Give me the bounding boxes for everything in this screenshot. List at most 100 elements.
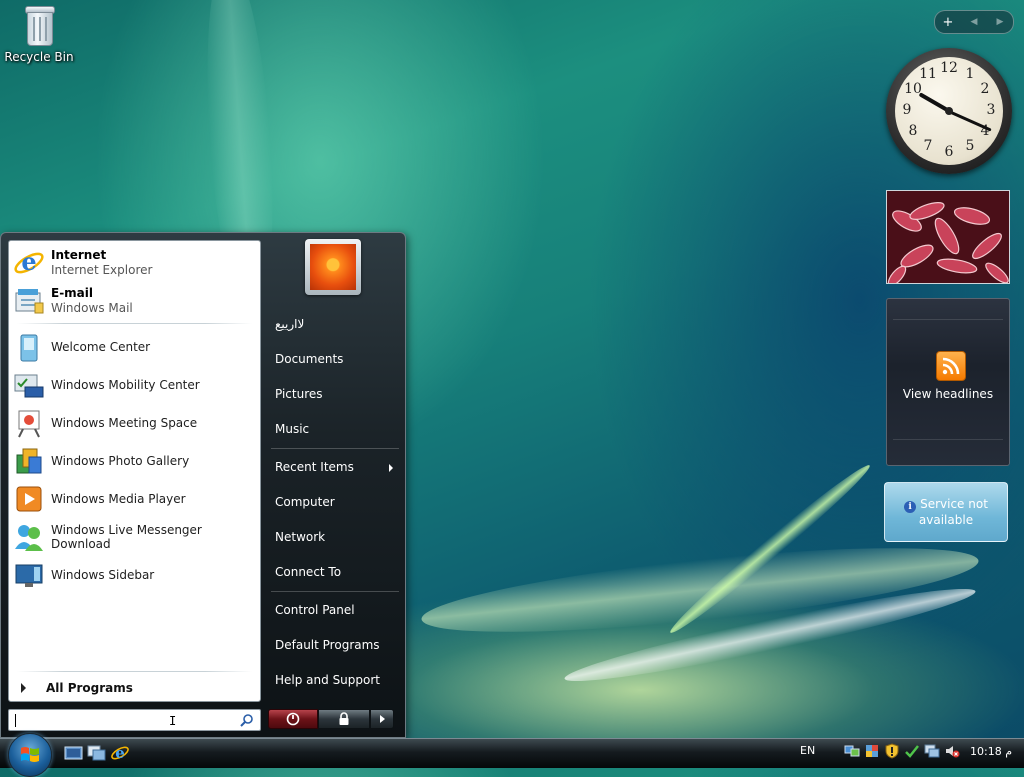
prev-gadget-button[interactable]: ◀ [963, 17, 985, 27]
view-headlines-link[interactable]: View headlines [887, 387, 1009, 401]
program-label: Welcome Center [51, 340, 151, 354]
taskbar-clock[interactable]: 10:18 م [970, 745, 1012, 758]
program-label: Windows Live Messenger Download [51, 523, 202, 551]
clock-numeral: 12 [940, 60, 958, 76]
pinned-item-title: E-mail [51, 286, 94, 300]
all-programs-separator [17, 671, 252, 672]
network-status-icon[interactable] [844, 743, 860, 759]
places-pane: لاارييع Documents Pictures Music Recent … [263, 233, 405, 705]
places-item-user-folder[interactable]: لاارييع [275, 313, 401, 335]
clock-face: 12 1 2 3 4 5 6 7 8 9 10 11 [895, 57, 1003, 165]
program-meeting-space[interactable]: Windows Meeting Space [13, 405, 256, 441]
windows-mail-icon [13, 285, 45, 317]
places-item-default-programs[interactable]: Default Programs [275, 634, 401, 656]
sidebar-icon [13, 559, 45, 591]
submenu-arrow-icon [389, 464, 393, 472]
places-separator [271, 448, 399, 449]
sidebar-controls: + ◀ ▶ [934, 10, 1014, 34]
welcome-center-icon [13, 331, 45, 363]
program-photo-gallery[interactable]: Windows Photo Gallery [13, 443, 256, 479]
pinned-separator [17, 323, 252, 324]
lock-button[interactable] [318, 709, 370, 729]
network-icon[interactable] [924, 743, 940, 759]
wallpaper-streak [561, 576, 979, 694]
notification-area [844, 743, 960, 759]
start-button[interactable] [8, 733, 52, 777]
program-label: Windows Mobility Center [51, 378, 200, 392]
start-search-input[interactable]: I [8, 709, 261, 731]
start-menu: e Internet Internet Explorer E-mail Wind… [0, 232, 406, 738]
places-item-control-panel[interactable]: Control Panel [275, 599, 401, 621]
programs-pane: e Internet Internet Explorer E-mail Wind… [8, 240, 261, 702]
user-avatar[interactable] [305, 239, 361, 295]
wallpaper-streak [664, 458, 876, 640]
windows-logo-icon [21, 747, 39, 762]
internet-explorer-icon[interactable]: e [110, 744, 130, 762]
info-icon: i [904, 501, 917, 513]
pinned-item-subtitle: Windows Mail [51, 301, 133, 315]
desktop-icon-recycle-bin[interactable]: Recycle Bin [4, 2, 74, 64]
places-item-documents[interactable]: Documents [275, 348, 401, 370]
power-button[interactable] [268, 709, 318, 729]
switch-windows-icon[interactable] [87, 744, 107, 762]
volume-muted-icon[interactable] [944, 743, 960, 759]
windows-update-icon[interactable] [904, 743, 920, 759]
pinned-item-subtitle: Internet Explorer [51, 263, 153, 277]
program-welcome-center[interactable]: Welcome Center [13, 329, 256, 365]
clock-numeral: 6 [944, 144, 954, 160]
clock-numeral: 2 [980, 81, 990, 97]
photo-gallery-icon [13, 445, 45, 477]
weather-gadget[interactable]: i Service not available [884, 482, 1008, 542]
program-label: Windows Sidebar [51, 568, 155, 582]
places-item-computer[interactable]: Computer [275, 491, 401, 513]
wallpaper-streak [418, 530, 982, 650]
pinned-item-internet[interactable]: e Internet Internet Explorer [13, 245, 256, 281]
desktop-icon-label: Recycle Bin [4, 50, 74, 64]
shutdown-options-button[interactable] [370, 709, 394, 729]
program-label: Windows Photo Gallery [51, 454, 190, 468]
program-label: Windows Meeting Space [51, 416, 198, 430]
pinned-item-email[interactable]: E-mail Windows Mail [13, 283, 256, 319]
clock-numeral: 7 [923, 138, 933, 154]
ibeam-cursor-icon: I [169, 714, 177, 728]
places-item-label: Recent Items [275, 460, 354, 474]
places-item-music[interactable]: Music [275, 418, 401, 440]
meeting-space-icon [13, 407, 45, 439]
clock-numeral: 8 [908, 123, 918, 139]
places-item-recent-items[interactable]: Recent Items [275, 456, 401, 478]
clock-numeral: 11 [919, 66, 937, 82]
svg-text:e: e [21, 247, 36, 276]
add-gadget-button[interactable]: + [937, 15, 959, 30]
mobility-center-icon [13, 369, 45, 401]
right-arrow-icon [380, 715, 385, 723]
language-indicator[interactable]: EN [800, 744, 815, 757]
feed-headlines-gadget[interactable]: View headlines [886, 298, 1010, 466]
program-label: Windows Media Player [51, 492, 186, 506]
next-gadget-button[interactable]: ▶ [989, 17, 1011, 27]
weather-status-text: Service not available [918, 497, 988, 527]
places-item-network[interactable]: Network [275, 526, 401, 548]
media-player-icon [13, 483, 45, 515]
windows-defender-icon[interactable] [884, 743, 900, 759]
show-desktop-icon[interactable] [64, 744, 84, 762]
places-item-pictures[interactable]: Pictures [275, 383, 401, 405]
security-center-icon[interactable] [864, 743, 880, 759]
search-icon[interactable] [240, 713, 254, 727]
places-item-help-support[interactable]: Help and Support [275, 669, 401, 691]
places-item-connect-to[interactable]: Connect To [275, 561, 401, 583]
clock-numeral: 1 [965, 66, 975, 82]
internet-explorer-icon: e [13, 247, 45, 279]
program-mobility-center[interactable]: Windows Mobility Center [13, 367, 256, 403]
text-caret [15, 714, 16, 727]
clock-numeral: 3 [986, 102, 996, 118]
power-icon [286, 712, 300, 726]
slideshow-gadget[interactable] [886, 190, 1010, 284]
all-programs-button[interactable]: All Programs [17, 679, 256, 697]
program-media-player[interactable]: Windows Media Player [13, 481, 256, 517]
clock-gadget[interactable]: 12 1 2 3 4 5 6 7 8 9 10 11 [886, 48, 1012, 174]
program-live-messenger[interactable]: Windows Live Messenger Download [13, 519, 256, 555]
clock-hub [945, 107, 953, 115]
clock-numeral: 5 [965, 138, 975, 154]
program-windows-sidebar[interactable]: Windows Sidebar [13, 557, 256, 593]
clock-numeral: 9 [902, 102, 912, 118]
